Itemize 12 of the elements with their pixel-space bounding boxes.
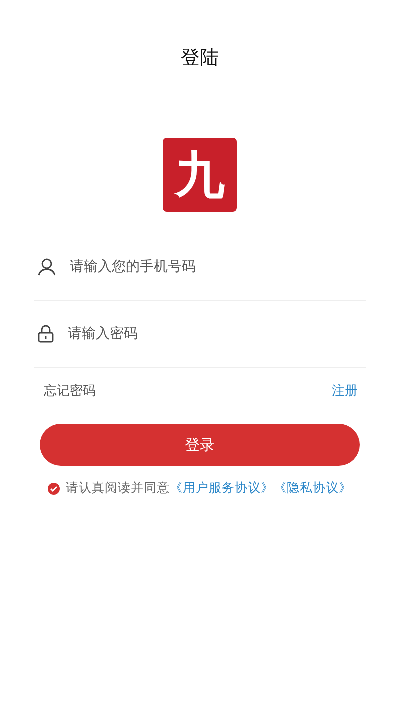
lock-icon [38, 325, 54, 343]
agreement-link[interactable]: 《用户服务协议》 [170, 480, 274, 495]
app-logo: 九 [163, 138, 237, 212]
checkmark-icon [50, 486, 58, 492]
agree-checkbox[interactable] [48, 482, 60, 494]
login-button[interactable]: 登录 [40, 424, 360, 466]
forgot-password-link[interactable]: 忘记密码 [44, 382, 96, 400]
user-icon [38, 258, 56, 276]
page-title: 登陆 [181, 46, 219, 70]
agreement-link[interactable]: 《隐私协议》 [274, 480, 352, 495]
agreement-text: 请认真阅读并同意《用户服务协议》《隐私协议》 [66, 480, 352, 497]
register-link[interactable]: 注册 [332, 382, 358, 400]
